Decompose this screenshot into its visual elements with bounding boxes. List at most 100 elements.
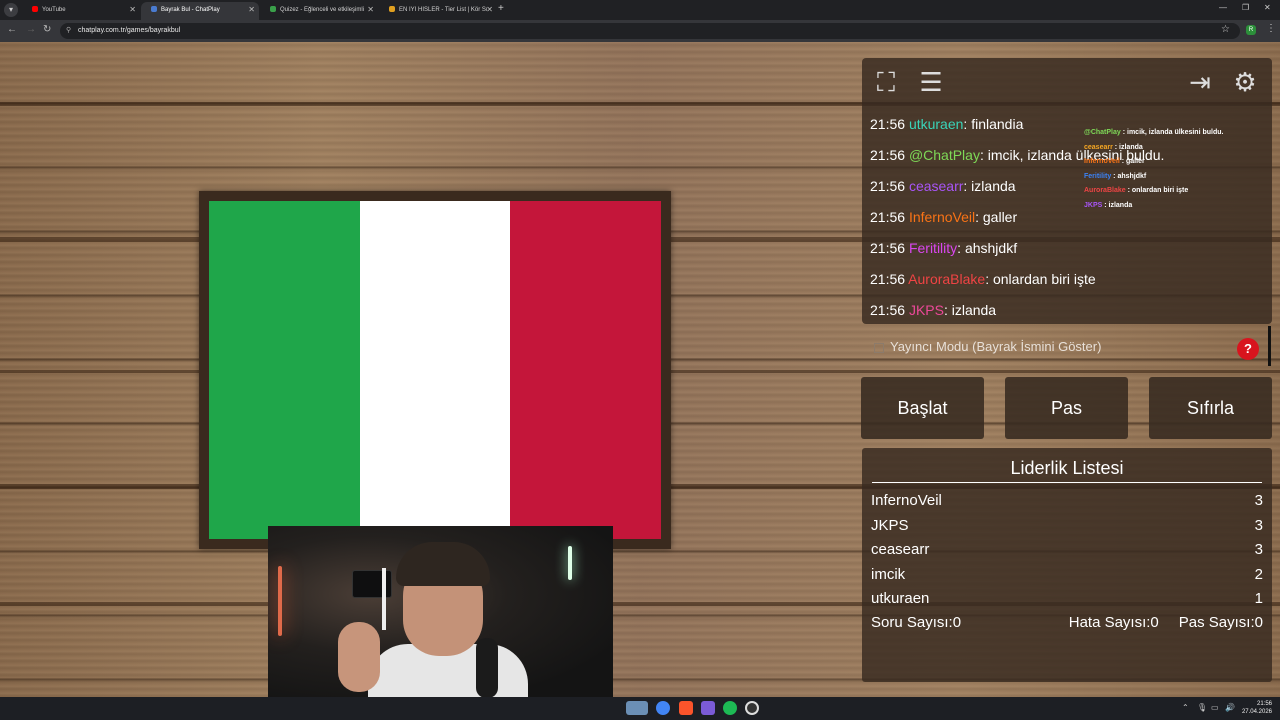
close-window-button[interactable]: ✕ — [1264, 3, 1271, 12]
exit-icon[interactable]: ⇥ — [1182, 64, 1218, 100]
person-hair — [396, 542, 490, 586]
game-stats: Soru Sayısı:0 Hata Sayısı:0 Pas Sayısı:0 — [871, 614, 1263, 631]
overlay-chat-message: JKPS : izlanda — [1084, 199, 1264, 214]
tab-title: Quizez - Eğlenceli ve etkileşimli — [280, 7, 365, 13]
spotify-icon[interactable] — [723, 701, 737, 715]
site-info-icon[interactable]: ⚲ — [66, 23, 71, 39]
chat-username: utkuraen — [908, 116, 964, 132]
room-light — [568, 546, 572, 580]
youtube-icon — [32, 6, 38, 13]
flag-band-red — [510, 201, 662, 539]
streamer-mode-checkbox[interactable] — [874, 343, 884, 353]
chat-username: ceasearr — [908, 178, 964, 194]
overlay-chat-message: InfernoVeil : galler — [1084, 155, 1264, 170]
minimize-button[interactable]: — — [1219, 3, 1227, 12]
tab-title: YouTube — [42, 7, 66, 13]
reset-button[interactable]: Sıfırla — [1149, 377, 1272, 439]
overlay-chat-message: ceasearr : izlanda — [1084, 141, 1264, 156]
profile-avatar[interactable]: R — [1246, 25, 1256, 35]
overlay-chat-message: @ChatPlay : imcik, izlanda ülkesini buld… — [1084, 126, 1264, 141]
reload-button[interactable]: ↻ — [43, 24, 51, 35]
url-field[interactable]: ⚲ chatplay.com.tr/games/bayrakbul — [60, 23, 1240, 39]
leaderboard-name: imcik — [871, 565, 906, 583]
tab-tier-list[interactable]: EN IYI HISLER - Tier List | Kör Sı ✕ — [379, 2, 497, 20]
chat-time: 21:56 — [870, 147, 909, 163]
tab-quizez[interactable]: Quizez - Eğlenceli ve etkileşimli ✕ — [260, 2, 378, 20]
chat-text: : izlanda — [943, 302, 997, 318]
overlay-chat-text: : imcik, izlanda ülkesini buldu. — [1120, 129, 1224, 136]
overlay-chat-username: AuroraBlake — [1084, 187, 1126, 194]
pass-count: Pas Sayısı:0 — [1178, 614, 1263, 631]
new-tab-button[interactable]: + — [498, 3, 504, 14]
start-button[interactable]: Başlat — [861, 377, 984, 439]
leaderboard-list: InfernoVeil 3 JKPS 3 ceasearr 3 imcik 2 utkuraen… — [871, 490, 1263, 613]
chat-time: 21:56 — [870, 209, 909, 225]
chrome-icon[interactable] — [656, 701, 670, 715]
forward-button[interactable]: → — [26, 24, 36, 35]
overlay-chat-username: @ChatPlay — [1084, 129, 1121, 136]
overlay-chat-text: : izlanda — [1112, 143, 1143, 151]
discord-icon[interactable] — [701, 701, 715, 715]
brave-icon[interactable] — [679, 701, 693, 715]
overlay-chat-text: : onlardan biri işte — [1125, 187, 1189, 194]
obs-icon[interactable] — [745, 701, 759, 715]
flag-band-white — [359, 201, 511, 539]
bookmark-star-icon[interactable]: ☆ — [1221, 24, 1230, 35]
system-clock[interactable]: 21:56 27.04.2026 — [1240, 700, 1272, 716]
pen — [382, 568, 386, 630]
leaderboard-score: 1 — [1254, 590, 1263, 607]
chat-username: Feritility — [908, 240, 958, 256]
tab-youtube[interactable]: YouTube ✕ — [22, 2, 140, 20]
webcam-overlay — [268, 526, 613, 697]
chat-message: 21:56 AuroraBlake: onlardan biri işte — [870, 269, 1260, 300]
room-light — [278, 566, 282, 636]
microphone-icon[interactable]: 🎙 — [1197, 703, 1207, 712]
back-button[interactable]: ← — [7, 24, 17, 35]
network-icon[interactable]: ▭ — [1211, 703, 1219, 712]
streamer-mode-label: Yayıncı Modu (Bayrak İsmini Göster) — [890, 339, 1102, 354]
chat-text: : onlardan biri işte — [985, 271, 1096, 287]
monitor — [352, 570, 392, 598]
quizez-icon — [270, 6, 276, 13]
tab-bayrak-bul[interactable]: Bayrak Bul - ChatPlay ✕ — [141, 2, 259, 20]
volume-icon[interactable]: 🔊 — [1225, 703, 1235, 712]
close-icon[interactable]: ✕ — [129, 2, 136, 18]
url-text: chatplay.com.tr/games/bayrakbul — [78, 27, 181, 34]
chat-username: JKPS — [908, 302, 944, 318]
question-count: Soru Sayısı:0 — [871, 614, 962, 631]
leaderboard-row: ceasearr 3 — [871, 539, 1263, 564]
tab-title: Bayrak Bul - ChatPlay — [161, 7, 220, 13]
chat-text: : ahshjdkf — [957, 240, 1018, 256]
pass-button[interactable]: Pas — [1005, 377, 1128, 439]
close-icon[interactable]: ✕ — [486, 2, 493, 18]
weather-icon[interactable] — [626, 701, 648, 715]
restore-button[interactable]: ❐ — [1242, 3, 1249, 12]
leaderboard-name: utkuraen — [871, 590, 930, 607]
browser-menu-button[interactable]: ⋮ — [1266, 23, 1276, 34]
error-count: Hata Sayısı:0 — [1068, 614, 1159, 631]
chat-text: : finlandia — [963, 116, 1024, 132]
leaderboard-title: Liderlik Listesi — [1010, 458, 1124, 478]
chat-time: 21:56 — [870, 178, 909, 194]
clock-date: 27.04.2026 — [1241, 709, 1272, 715]
leaderboard-name: JKPS — [871, 516, 909, 534]
leaderboard-row: InfernoVeil 3 — [871, 490, 1263, 515]
close-icon[interactable]: ✕ — [248, 2, 255, 18]
tab-search-button[interactable]: ▾ — [4, 3, 18, 17]
fullscreen-icon[interactable]: ⛶ — [868, 64, 904, 100]
tier-list-icon — [389, 6, 395, 13]
leaderboard-name: ceasearr — [871, 541, 930, 558]
overlay-chat-text: : ahshjdkf — [1111, 172, 1147, 180]
list-icon[interactable]: ☰ — [913, 64, 949, 100]
person-hand — [338, 622, 380, 692]
chat-time: 21:56 — [870, 240, 909, 256]
help-button[interactable]: ? — [1237, 338, 1259, 360]
flag-image — [209, 201, 662, 539]
streamer-mode-row: Yayıncı Modu (Bayrak İsmini Göster) — [862, 327, 1272, 367]
gear-icon[interactable]: ⚙ — [1227, 64, 1263, 100]
leaderboard-row: JKPS 3 — [871, 515, 1263, 540]
tray-expand-icon[interactable]: ⌃ — [1182, 703, 1189, 712]
chat-username: AuroraBlake — [908, 271, 986, 287]
taskbar: ⌃ 🎙 ▭ 🔊 21:56 27.04.2026 — [0, 697, 1280, 720]
close-icon[interactable]: ✕ — [367, 2, 374, 18]
